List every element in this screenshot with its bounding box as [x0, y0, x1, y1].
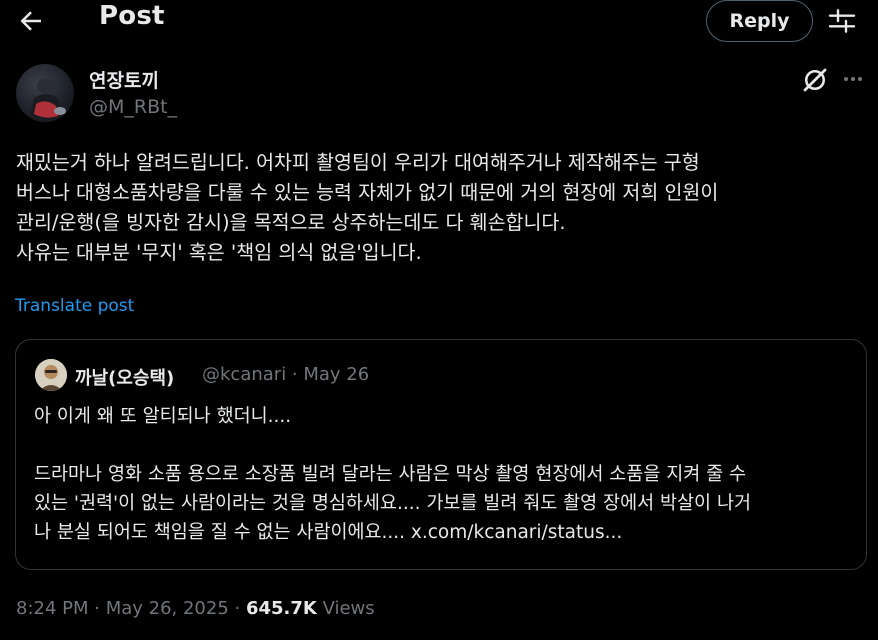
tweet-text: 재밌는거 하나 알려드립니다. 어차피 촬영팀이 우리가 대여해주거나 제작해주…: [16, 148, 866, 268]
post-page: Post Reply 연장토끼 @M_RBt_ 재밌는거 하나 알려드립니다. …: [0, 0, 878, 640]
translate-post-link[interactable]: Translate post: [15, 296, 134, 316]
views-count: 645.7K: [245, 598, 317, 619]
top-bar: Post Reply: [0, 0, 878, 42]
quote-handle-date: @kcanari · May 26: [202, 364, 370, 385]
page-title: Post: [99, 1, 165, 31]
post-timestamp[interactable]: 8:24 PM · May 26, 2025 ·: [16, 598, 246, 619]
tweet-line: 사유는 대부분 '무지' 혹은 '책임 의식 없음'입니다.: [16, 241, 422, 264]
quote-spacer: [34, 431, 864, 460]
quote-line: 아 이게 왜 또 알티되나 했더니....: [34, 406, 292, 427]
grok-icon[interactable]: [800, 65, 830, 95]
quote-line: 있는 '권력'이 없는 사람이라는 것을 명심하세요.... 가보를 빌려 줘도…: [34, 493, 751, 514]
author-handle[interactable]: @M_RBt_: [89, 96, 177, 118]
quote-author-name: 까날(오승택): [75, 368, 175, 389]
quote-text: 아 이게 왜 또 알티되나 했더니.... 드라마나 영화 소품 용으로 소장품…: [34, 402, 864, 547]
arrow-left-icon[interactable]: [16, 6, 46, 36]
quoted-post-card[interactable]: 까날(오승택) @kcanari · May 26 아 이게 왜 또 알티되나 …: [15, 339, 867, 570]
tweet-line: 관리/운행(을 빙자한 감시)을 목적으로 상주하는데도 다 훼손합니다.: [16, 211, 566, 234]
sliders-icon[interactable]: [826, 5, 858, 37]
quote-line: 나 분실 되어도 책임을 질 수 없는 사람이에요.... x.com/kcan…: [34, 522, 623, 543]
author-display-name[interactable]: 연장토끼: [89, 66, 159, 93]
reply-button[interactable]: Reply: [706, 0, 813, 42]
views-label: Views: [316, 598, 375, 619]
more-icon[interactable]: [838, 66, 868, 92]
tweet-line: 재밌는거 하나 알려드립니다. 어차피 촬영팀이 우리가 대여해주거나 제작해주…: [16, 151, 700, 174]
quote-avatar: [35, 359, 67, 391]
post-meta: 8:24 PM · May 26, 2025 · 645.7K Views: [16, 598, 375, 619]
tweet-line: 버스나 대형소품차량을 다룰 수 있는 능력 자체가 없기 때문에 거의 현장에…: [16, 181, 719, 204]
avatar[interactable]: [16, 64, 74, 122]
quote-line: 드라마나 영화 소품 용으로 소장품 빌려 달라는 사람은 막상 촬영 현장에서…: [34, 464, 747, 485]
